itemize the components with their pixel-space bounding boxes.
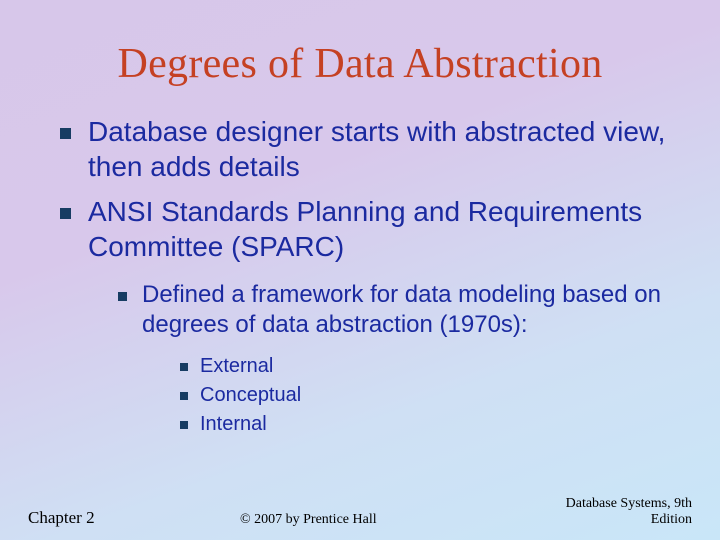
bullet-item: External (180, 354, 680, 379)
bullet-item: Database designer starts with abstracted… (60, 114, 680, 184)
slide-footer: Chapter 2 © 2007 by Prentice Hall Databa… (0, 496, 720, 528)
bullet-list-level2: Defined a framework for data modeling ba… (88, 280, 680, 437)
footer-book-title: Database Systems, 9th Edition (522, 496, 692, 528)
bullet-item: Conceptual (180, 383, 680, 408)
footer-line2: Edition (651, 512, 692, 527)
bullet-item: Internal (180, 412, 680, 437)
bullet-list-level3: External Conceptual Internal (142, 354, 680, 437)
footer-line1: Database Systems, 9th (566, 496, 692, 511)
bullet-list-level1: Database designer starts with abstracted… (40, 114, 680, 437)
footer-copyright: © 2007 by Prentice Hall (95, 512, 522, 528)
bullet-text: Defined a framework for data modeling ba… (142, 281, 661, 338)
bullet-item: ANSI Standards Planning and Requirements… (60, 194, 680, 437)
bullet-text: ANSI Standards Planning and Requirements… (88, 196, 642, 262)
bullet-item: Defined a framework for data modeling ba… (118, 280, 680, 437)
slide-container: Degrees of Data Abstraction Database des… (0, 0, 720, 540)
slide-title: Degrees of Data Abstraction (40, 40, 680, 88)
footer-chapter: Chapter 2 (28, 508, 95, 528)
